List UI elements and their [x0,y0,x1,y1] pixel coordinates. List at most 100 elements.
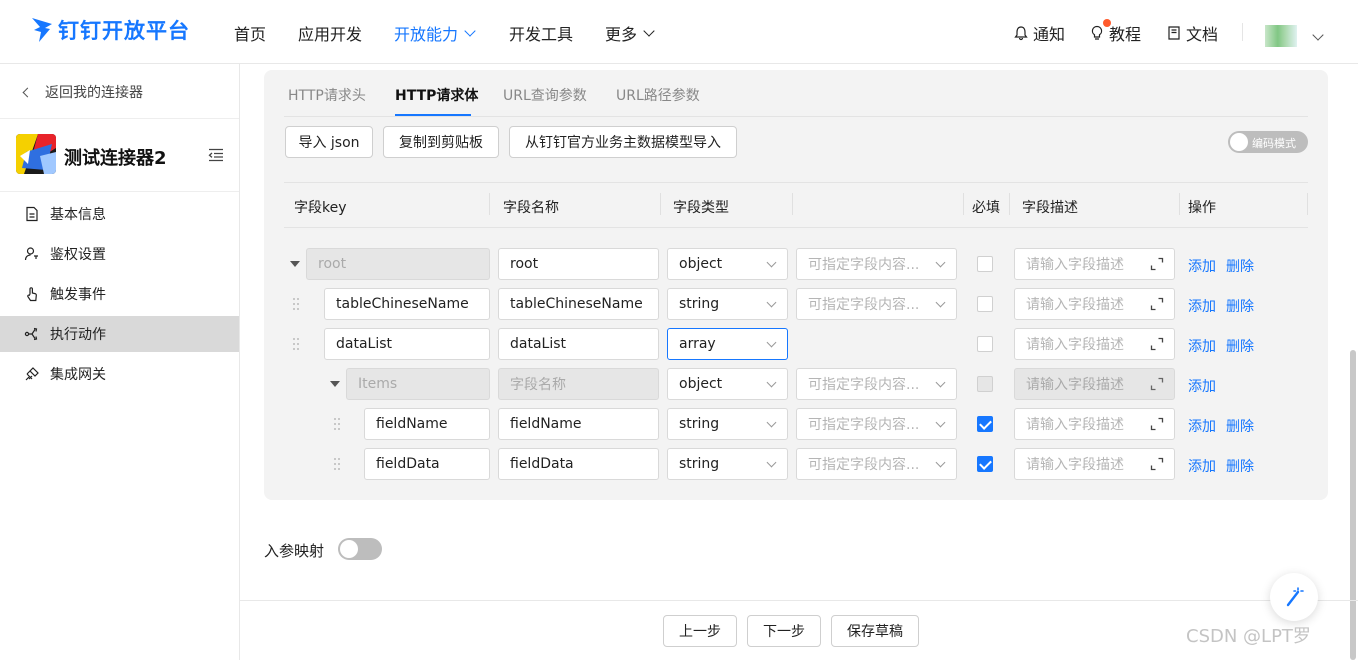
delete-field-link[interactable]: 删除 [1226,336,1254,356]
field-type-select[interactable]: string [667,408,788,440]
next-step-button[interactable]: 下一步 [747,615,821,647]
tutorial-link[interactable]: 教程 [1089,19,1141,45]
dingtalk-logo[interactable]: 钉钉开放平台 [30,14,190,46]
add-field-link[interactable]: 添加 [1188,456,1216,476]
account-menu-toggle[interactable] [1306,27,1324,43]
field-content-select[interactable]: 可指定字段内容... [796,288,957,320]
field-desc-input[interactable]: 请输入字段描述 [1014,288,1175,320]
chevron-down-icon [766,257,777,268]
expand-icon[interactable] [1150,257,1164,271]
code-mode-toggle[interactable]: 编码模式 [1228,131,1308,153]
menu-fold-icon[interactable] [208,148,224,162]
add-field-link[interactable]: 添加 [1188,296,1216,316]
tab-http-headers[interactable]: HTTP请求头 [288,85,366,105]
add-field-link[interactable]: 添加 [1188,376,1216,396]
tab-http-body[interactable]: HTTP请求体 [395,85,478,105]
collapse-caret-icon[interactable] [290,261,300,267]
field-key-input[interactable]: dataList [324,328,490,360]
import-json-button[interactable]: 导入 json [285,126,373,158]
field-type-select[interactable]: object [667,248,788,280]
add-field-link[interactable]: 添加 [1188,256,1216,276]
expand-icon[interactable] [1150,417,1164,431]
sidebar-item-auth[interactable]: 鉴权设置 [0,236,239,272]
docs-link[interactable]: 文档 [1166,21,1218,45]
nav-app-dev[interactable]: 应用开发 [298,21,362,45]
prev-step-button[interactable]: 上一步 [663,615,737,647]
back-to-connectors-link[interactable]: 返回我的连接器 [22,82,143,102]
sidebar-item-label: 触发事件 [50,287,106,303]
drag-handle-icon[interactable] [291,296,301,312]
field-name-input[interactable]: root [498,248,659,280]
expand-icon[interactable] [1150,337,1164,351]
field-key-input[interactable]: root [306,248,490,280]
docs-label: 文档 [1186,25,1219,44]
field-content-select[interactable]: 可指定字段内容... [796,368,957,400]
nav-open-capability[interactable]: 开放能力 [394,21,476,45]
collapse-caret-icon[interactable] [330,381,340,387]
field-name-input[interactable]: 字段名称 [498,368,659,400]
tab-url-path[interactable]: URL路径参数 [616,85,700,105]
field-key-input[interactable]: tableChineseName [324,288,490,320]
sidebar-item-basic-info[interactable]: 基本信息 [0,196,239,232]
toggle-knob [1230,133,1248,151]
field-type-select[interactable]: object [667,368,788,400]
field-type-select[interactable]: array [667,328,788,360]
field-name-input[interactable]: dataList [498,328,659,360]
required-checkbox[interactable] [977,416,993,432]
tab-url-query[interactable]: URL查询参数 [503,85,587,105]
expand-icon[interactable] [1150,457,1164,471]
required-checkbox[interactable] [977,376,993,392]
column-header-name: 字段名称 [503,200,559,216]
field-desc-input[interactable]: 请输入字段描述 [1014,248,1175,280]
required-checkbox[interactable] [977,336,993,352]
field-desc-input[interactable]: 请输入字段描述 [1014,448,1175,480]
avatar[interactable] [1265,25,1297,47]
nav-home[interactable]: 首页 [234,21,266,45]
expand-icon[interactable] [1150,297,1164,311]
scrollbar[interactable] [1350,350,1356,660]
field-content-select[interactable]: 可指定字段内容... [796,448,957,480]
param-mapping-toggle[interactable] [338,538,382,560]
placeholder-text: 可指定字段内容... [808,417,920,433]
sidebar-item-gateway[interactable]: 集成网关 [0,356,239,392]
drag-handle-icon[interactable] [332,416,342,432]
copy-to-clipboard-button[interactable]: 复制到剪贴板 [383,126,499,158]
field-content-select[interactable]: 可指定字段内容... [796,408,957,440]
required-checkbox[interactable] [977,256,993,272]
save-draft-button[interactable]: 保存草稿 [831,615,919,647]
touch-icon [27,287,37,302]
field-type-select[interactable]: string [667,448,788,480]
ai-assistant-button[interactable] [1270,573,1318,621]
sidebar-item-actions[interactable]: 执行动作 [0,316,239,352]
field-type-value: object [679,376,723,392]
required-checkbox[interactable] [977,296,993,312]
field-type-select[interactable]: string [667,288,788,320]
delete-field-link[interactable]: 删除 [1226,416,1254,436]
field-key-input[interactable]: Items [346,368,490,400]
field-desc-input[interactable]: 请输入字段描述 [1014,328,1175,360]
delete-field-link[interactable]: 删除 [1226,456,1254,476]
field-name-input[interactable]: tableChineseName [498,288,659,320]
field-name-input[interactable]: fieldData [498,448,659,480]
field-name-input[interactable]: fieldName [498,408,659,440]
delete-field-link[interactable]: 删除 [1226,296,1254,316]
sidebar-item-trigger-events[interactable]: 触发事件 [0,276,239,312]
drag-handle-icon[interactable] [291,336,301,352]
field-key-input[interactable]: fieldName [364,408,490,440]
expand-icon[interactable] [1150,377,1164,391]
delete-field-link[interactable]: 删除 [1226,256,1254,276]
required-checkbox[interactable] [977,456,993,472]
add-field-link[interactable]: 添加 [1188,336,1216,356]
drag-handle-icon[interactable] [332,456,342,472]
field-content-select[interactable]: 可指定字段内容... [796,248,957,280]
field-key-input[interactable]: fieldData [364,448,490,480]
nav-dev-tools[interactable]: 开发工具 [509,21,573,45]
nav-more[interactable]: 更多 [605,21,655,45]
notify-link[interactable]: 通知 [1013,21,1065,45]
import-from-model-button[interactable]: 从钉钉官方业务主数据模型导入 [509,126,737,158]
field-desc-input[interactable]: 请输入字段描述 [1014,368,1175,400]
placeholder-text: 请输入字段描述 [1026,297,1124,313]
add-field-link[interactable]: 添加 [1188,416,1216,436]
user-key-icon [24,247,38,261]
field-desc-input[interactable]: 请输入字段描述 [1014,408,1175,440]
